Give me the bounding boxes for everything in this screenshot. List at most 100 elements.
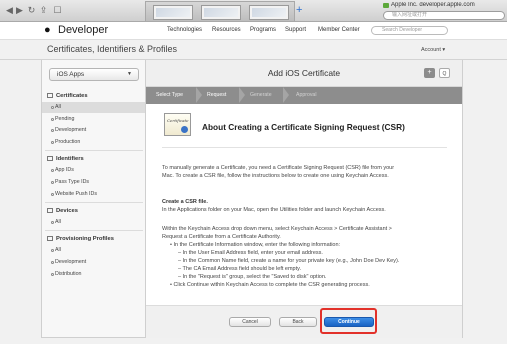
list-item: – In the Common Name field, create a nam… [178, 258, 400, 264]
list-item: – The CA Email Address field should be l… [178, 266, 302, 272]
sidebar-item-pass-type-ids[interactable]: Pass Type IDs [42, 177, 145, 188]
back-button[interactable]: Back [279, 317, 317, 327]
step-select-type: Select Type [156, 92, 184, 98]
address-area[interactable]: Apple Inc. developer.apple.com 输入网址或打开 [383, 1, 505, 21]
highlight-box [320, 308, 377, 334]
create-text: In the Applications folder on your Mac, … [162, 207, 386, 213]
nav-support[interactable]: Support [285, 27, 306, 33]
chevron-down-icon: ▼ [127, 71, 132, 77]
apple-logo-icon[interactable]: ● [44, 24, 51, 36]
tab-thumbnail[interactable] [249, 5, 289, 20]
step-arrow-icon [283, 87, 289, 103]
account-menu[interactable]: Account ▾ [421, 47, 445, 53]
sidebar-item-profiles-all[interactable]: All [42, 245, 145, 256]
sidebar-item-profiles-distribution[interactable]: Distribution [42, 269, 145, 280]
step-arrow-icon [196, 87, 202, 103]
reload-icon[interactable]: ↻ [27, 5, 36, 16]
list-item: • In the Certificate Information window,… [170, 242, 341, 248]
seal-icon [181, 126, 188, 133]
platform-select-label: iOS Apps [57, 71, 85, 78]
search-button[interactable]: Q [439, 68, 450, 78]
page-subheader: Certificates, Identifiers & Profiles Acc… [0, 39, 507, 60]
list-item: – In the "Request is" group, select the … [178, 274, 327, 280]
sidebar-section-devices: Devices [47, 208, 78, 214]
sidebar-item-pending[interactable]: Pending [42, 114, 145, 125]
bullet-icon [51, 261, 54, 264]
section-title: Identifiers [56, 156, 84, 163]
url-text[interactable]: Apple Inc. developer.apple.com [391, 2, 505, 8]
intro-text: To manually generate a Certificate, you … [162, 165, 395, 171]
panel-header: Add iOS Certificate + Q [146, 60, 462, 87]
bullet-icon [51, 249, 54, 252]
divider [45, 230, 143, 231]
section-title: Provisioning Profiles [56, 236, 114, 243]
sidebar-item-label: Development [55, 259, 87, 265]
bullet-icon [51, 273, 54, 276]
sidebar-item-app-ids[interactable]: App IDs [42, 165, 145, 176]
sidebar-item-certificates-all[interactable]: All [42, 102, 145, 113]
site-title[interactable]: Developer [58, 24, 108, 36]
instruction-text: Request a Certificate from a Certificate… [162, 234, 281, 240]
tab-thumbnail[interactable] [201, 5, 241, 20]
sidebar-item-label: Pending [55, 116, 75, 122]
create-heading: Create a CSR file. [162, 199, 208, 205]
bookmarks-icon[interactable]: ☐ [53, 5, 62, 16]
sidebar-item-development[interactable]: Development [42, 125, 145, 136]
device-icon [47, 208, 53, 213]
sidebar-item-profiles-development[interactable]: Development [42, 257, 145, 268]
sidebar-item-label: Website Push IDs [55, 191, 98, 197]
sidebar-item-label: All [55, 219, 61, 225]
panel-footer: Cancel Back Continue [146, 305, 462, 338]
id-card-icon [47, 156, 53, 161]
bullet-icon [51, 141, 54, 144]
sidebar-section-provisioning-profiles: Provisioning Profiles [47, 236, 114, 242]
step-request: Request [207, 92, 227, 98]
step-arrow-icon [239, 87, 245, 103]
sidebar-item-label: Pass Type IDs [55, 179, 90, 185]
sidebar-item-devices-all[interactable]: All [42, 217, 145, 228]
platform-select[interactable]: iOS Apps ▼ [49, 68, 139, 81]
add-button[interactable]: + [424, 68, 435, 78]
main-panel: Add iOS Certificate + Q Select Type Requ… [146, 60, 463, 338]
sidebar-section-certificates: Certificates [47, 93, 88, 99]
sidebar-item-website-push-ids[interactable]: Website Push IDs [42, 189, 145, 200]
step-approval: Approval [296, 92, 317, 98]
search-icon: Q [442, 71, 447, 77]
back-arrow-icon[interactable]: ◀ [5, 5, 14, 16]
developer-search-input[interactable]: Search Developer [371, 26, 448, 35]
sidebar-item-production[interactable]: Production [42, 137, 145, 148]
sidebar-item-label: All [55, 104, 61, 110]
sidebar: iOS Apps ▼ Certificates All Pending Deve… [41, 60, 146, 338]
bullet-icon [51, 106, 54, 109]
cancel-button[interactable]: Cancel [229, 317, 271, 327]
step-generate: Generate [250, 92, 272, 98]
sidebar-item-label: Development [55, 127, 87, 133]
list-item: • Click Continue within Keychain Access … [170, 282, 370, 288]
instruction-text: Within the Keychain Access drop down men… [162, 226, 392, 232]
progress-steps: Select Type Request Generate Approval [146, 87, 462, 104]
nav-programs[interactable]: Programs [250, 27, 276, 33]
bullet-icon [51, 193, 54, 196]
bullet-icon [51, 169, 54, 172]
section-title: Devices [56, 208, 78, 215]
certificate-icon-text: Certificate [167, 118, 189, 123]
bullet-icon [51, 221, 54, 224]
share-icon[interactable]: ⇪ [39, 5, 48, 16]
section-heading: About Creating a Certificate Signing Req… [202, 122, 405, 132]
nav-technologies[interactable]: Technologies [167, 27, 202, 33]
sidebar-item-label: All [55, 247, 61, 253]
browser-search-input[interactable]: 输入网址或打开 [383, 11, 505, 20]
tab-thumbnail[interactable] [153, 5, 193, 20]
lock-icon [383, 3, 389, 8]
nav-member-center[interactable]: Member Center [318, 27, 360, 33]
forward-arrow-icon[interactable]: ▶ [15, 5, 24, 16]
new-tab-button[interactable]: + [296, 4, 302, 16]
browser-toolbar: ◀ ▶ ↻ ⇪ ☐ + Apple Inc. developer.apple.c… [0, 0, 507, 22]
nav-resources[interactable]: Resources [212, 27, 241, 33]
certificate-icon [47, 93, 53, 98]
list-item: – In the User Email Address field, enter… [178, 250, 323, 256]
sidebar-item-label: App IDs [55, 167, 74, 173]
bullet-icon [51, 118, 54, 121]
certificate-icon: Certificate [164, 113, 191, 136]
section-title: Certificates [56, 93, 88, 100]
